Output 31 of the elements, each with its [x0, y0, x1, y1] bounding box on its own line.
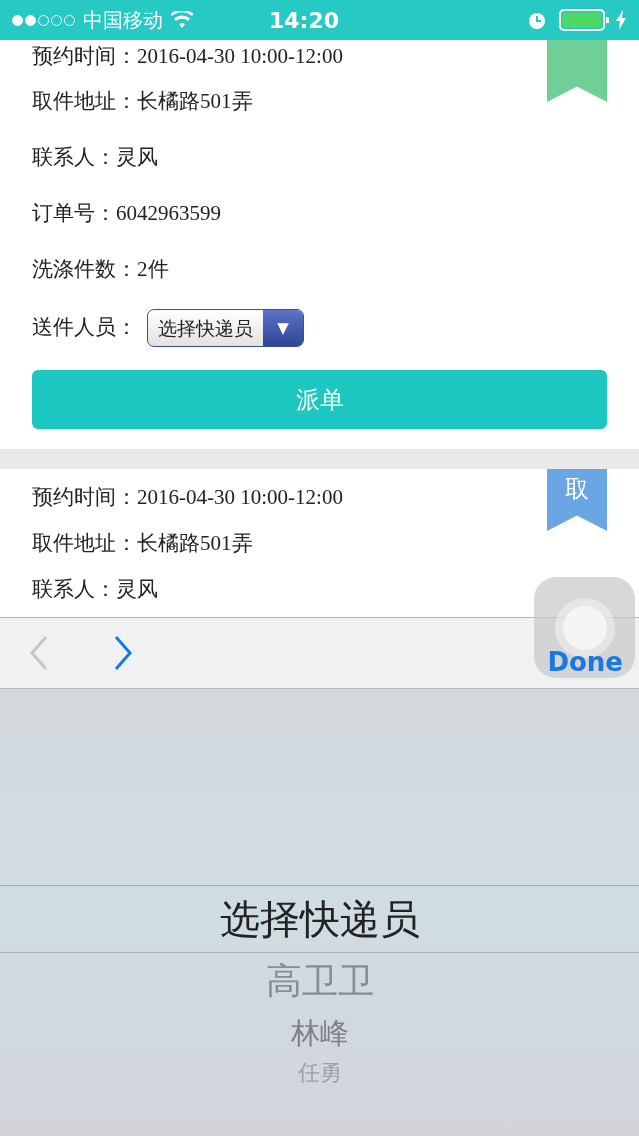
picker-option[interactable]: 高卫卫 — [265, 953, 374, 1009]
field-label: 送件人员： — [32, 314, 137, 342]
field-label: 取件地址： — [32, 88, 137, 116]
battery-icon — [559, 9, 611, 31]
ribbon-tag: 取 — [547, 469, 607, 531]
field-value: 灵风 — [116, 576, 158, 604]
clock-time: 14:20 — [269, 6, 340, 35]
charging-icon — [615, 10, 627, 30]
field-label: 订单号： — [32, 200, 116, 228]
wifi-icon — [171, 11, 193, 29]
carrier-name: 中国移动 — [83, 7, 163, 34]
done-button[interactable]: Done — [547, 642, 623, 682]
field-value: 2016-04-30 10:00-12:00 — [137, 43, 343, 71]
field-label: 联系人： — [32, 576, 116, 604]
field-label: 预约时间： — [32, 484, 137, 512]
courier-select[interactable]: 选择快递员 ▼ — [147, 309, 304, 347]
field-value: 长橘路501弄 — [137, 88, 253, 116]
assistive-touch-button[interactable] — [534, 577, 635, 678]
dispatch-button[interactable]: 派单 — [32, 370, 607, 429]
field-value: 6042963599 — [116, 200, 221, 228]
field-value: 2016-04-30 10:00-12:00 — [137, 484, 343, 512]
field-label: 洗涤件数： — [32, 256, 137, 284]
field-value: 灵风 — [116, 144, 158, 172]
field-value: 2件 — [137, 256, 169, 284]
field-label: 取件地址： — [32, 530, 137, 558]
picker-option[interactable]: 选择快递员 — [0, 885, 639, 953]
picker-option[interactable]: 林峰 — [290, 1009, 349, 1057]
alarm-icon — [527, 10, 547, 30]
field-value: 长橘路501弄 — [137, 530, 253, 558]
field-label: 联系人： — [32, 144, 116, 172]
field-label: 预约时间： — [32, 43, 137, 71]
